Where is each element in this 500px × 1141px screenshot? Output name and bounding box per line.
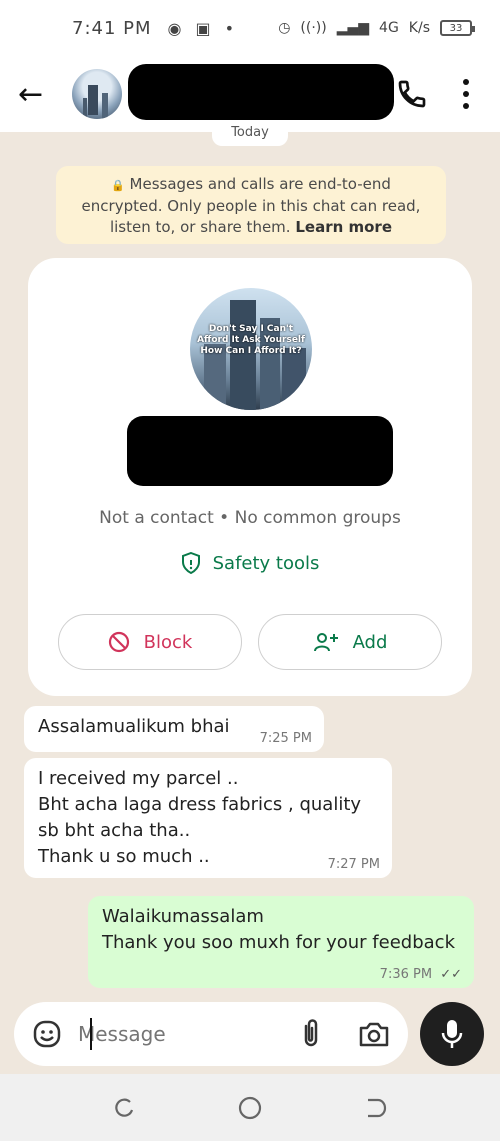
contact-status-text: Not a contact • No common groups [99, 508, 401, 528]
lock-icon: 🔒 [111, 179, 125, 192]
shield-icon [181, 552, 200, 574]
microphone-icon [441, 1020, 463, 1048]
block-label: Block [143, 631, 193, 653]
phone-icon[interactable] [396, 78, 428, 110]
contact-name-redacted[interactable] [128, 64, 394, 120]
message-time: 7:36 PM [379, 967, 433, 982]
back-arrow-icon[interactable]: ← [18, 77, 58, 112]
contact-avatar[interactable] [72, 69, 122, 119]
safety-tools-link[interactable]: Safety tools [28, 552, 472, 574]
message-text: Assalamualikum bhai [38, 716, 230, 737]
network-type: 4G [379, 20, 399, 36]
message-time: 7:27 PM [327, 857, 380, 872]
encryption-notice[interactable]: 🔒 Messages and calls are end-to-end encr… [56, 166, 446, 244]
message-bubble-outgoing[interactable]: Walaikumassalam Thank you soo muxh for y… [88, 896, 474, 988]
signal-icon: ▂▄▆ [336, 20, 370, 36]
contact-name-redacted-large [127, 416, 393, 486]
battery-icon: 33 [440, 20, 475, 36]
text-cursor [90, 1018, 92, 1050]
system-nav-bar [0, 1074, 500, 1141]
emoji-icon[interactable] [32, 1019, 62, 1049]
add-user-icon [313, 633, 338, 652]
profile-photo-quote: Don't Say I Can't Afford It Ask Yourself… [197, 324, 305, 356]
message-input[interactable] [78, 1022, 278, 1046]
alarm-icon: ◷ [278, 20, 291, 36]
safety-tools-label: Safety tools [212, 552, 320, 574]
recents-icon[interactable] [112, 1096, 136, 1120]
add-label: Add [352, 631, 388, 653]
chat-notification-icon: ◉ [167, 18, 182, 38]
contact-profile-photo[interactable]: Don't Say I Can't Afford It Ask Yourself… [190, 288, 312, 410]
message-text: I received my parcel .. Bht acha laga dr… [38, 768, 362, 867]
read-receipt-icon: ✓✓ [440, 967, 462, 982]
attach-icon[interactable] [296, 1018, 326, 1050]
more-vertical-icon[interactable] [460, 76, 472, 112]
block-button[interactable]: Block [58, 614, 242, 670]
message-time: 7:25 PM [259, 731, 312, 746]
back-nav-icon[interactable] [364, 1096, 388, 1120]
message-composer [14, 1002, 408, 1066]
contact-info-card: Don't Say I Can't Afford It Ask Yourself… [28, 258, 472, 696]
speed-unit: K/s [408, 20, 430, 36]
message-bubble-incoming[interactable]: Assalamualikum bhai 7:25 PM [24, 706, 324, 752]
learn-more-link[interactable]: Learn more [295, 218, 392, 236]
chat-header: ← [0, 56, 500, 132]
add-contact-button[interactable]: Add [258, 614, 442, 670]
home-icon[interactable] [238, 1096, 262, 1120]
message-bubble-incoming[interactable]: I received my parcel .. Bht acha laga dr… [24, 758, 392, 878]
status-bar: 7:41 PM ◉ ▣ • ◷ ((·)) ▂▄▆ 4G K/s 33 [0, 0, 500, 56]
game-controller-icon: ▣ [195, 18, 211, 38]
message-text: Walaikumassalam Thank you soo muxh for y… [102, 906, 455, 953]
date-chip: Today [212, 126, 288, 146]
hotspot-icon: ((·)) [300, 20, 327, 36]
voice-message-button[interactable] [420, 1002, 484, 1066]
camera-icon[interactable] [358, 1020, 390, 1048]
dot-icon: • [224, 18, 235, 38]
block-icon [108, 631, 129, 653]
status-time: 7:41 PM [72, 17, 152, 39]
